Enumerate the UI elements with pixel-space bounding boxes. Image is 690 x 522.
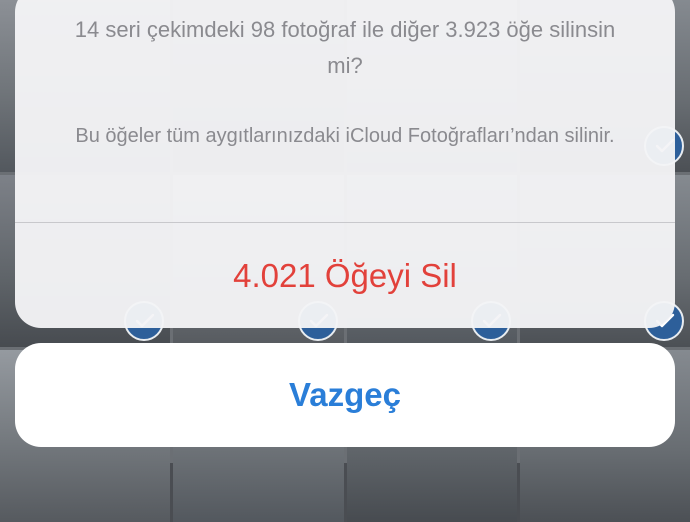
delete-items-button[interactable]: 4.021 Öğeyi Sil bbox=[15, 223, 675, 328]
action-sheet: 14 seri çekimdeki 98 fotoğraf ile diğer … bbox=[15, 0, 675, 328]
alert-message: Bu öğeler tüm aygıtlarınızdaki iCloud Fo… bbox=[75, 125, 615, 147]
alert-title: 14 seri çekimdeki 98 fotoğraf ile diğer … bbox=[74, 17, 616, 78]
cancel-sheet: Vazgeç bbox=[15, 343, 675, 447]
alert-header: 14 seri çekimdeki 98 fotoğraf ile diğer … bbox=[15, 0, 675, 208]
cancel-button[interactable]: Vazgeç bbox=[15, 343, 675, 447]
